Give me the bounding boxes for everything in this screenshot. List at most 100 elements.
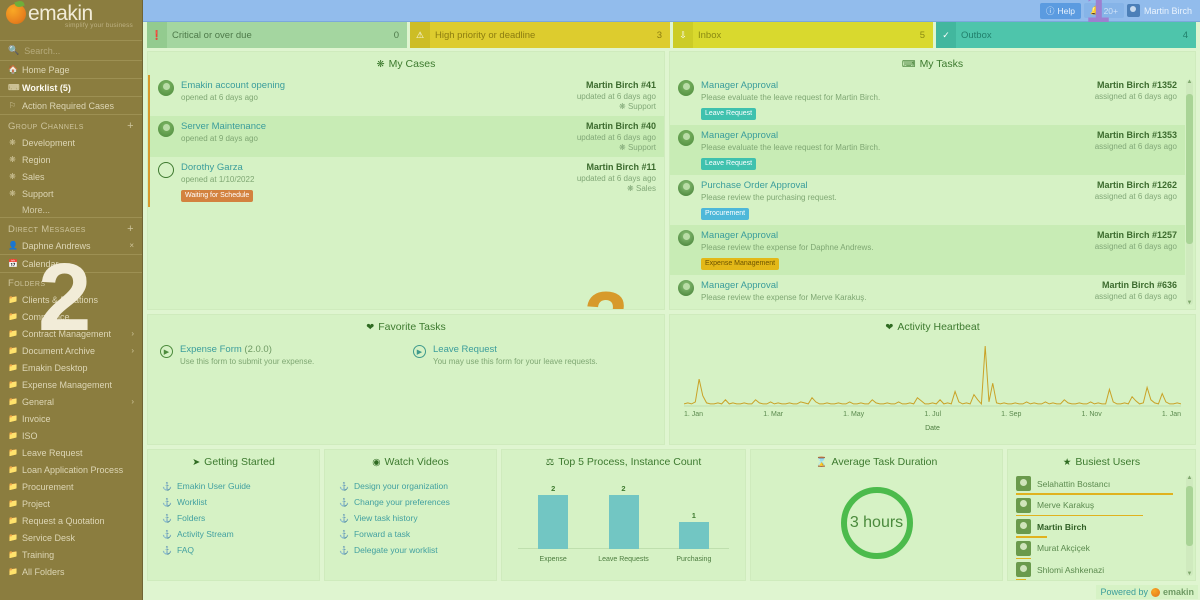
user-menu[interactable]: Martin Birch <box>1126 4 1194 17</box>
busiest-user-item[interactable]: Merve Karakuş <box>1016 497 1187 519</box>
sidebar-item-region[interactable]: ❋ Region <box>0 151 142 168</box>
link-label: Design your organization <box>353 481 448 491</box>
close-icon[interactable]: × <box>129 241 134 250</box>
sidebar-item-support[interactable]: ❋ Support <box>0 185 142 202</box>
folder-icon: 📁 <box>8 499 18 508</box>
case-title[interactable]: Emakin account opening <box>181 80 569 91</box>
bar-column[interactable]: 1 <box>678 511 709 549</box>
average-task-duration-title: ⌛ Average Task Duration <box>751 450 1002 473</box>
group-channels-more[interactable]: More... <box>0 202 142 217</box>
favorite-task-expense-form[interactable]: ▶ Expense Form (2.0.0) Use this form to … <box>160 344 399 366</box>
link-item[interactable]: ⚓ Delegate your worklist <box>339 542 482 558</box>
sidebar-folder-item[interactable]: 📁 Project <box>0 495 142 512</box>
help-button[interactable]: ⓘ Help <box>1039 2 1081 19</box>
sidebar-item-action-required-cases[interactable]: ⚐ Action Required Cases <box>0 96 142 114</box>
case-row[interactable]: Dorothy Garza opened at 1/10/2022 Waiting … <box>148 157 664 207</box>
scrollbar-thumb[interactable] <box>1186 94 1193 244</box>
link-item[interactable]: ⚓ Folders <box>162 510 305 526</box>
sidebar-folder-item[interactable]: 📁 Procurement <box>0 478 142 495</box>
case-row[interactable]: Emakin account opening opened at 6 days a… <box>148 75 664 116</box>
folder-icon: 📁 <box>8 448 18 457</box>
tab-high-priority-or-deadline[interactable]: ⚠ High priority or deadline 3 <box>410 22 670 48</box>
busiest-user-item[interactable]: Shlomi Ashkenazi <box>1016 561 1187 580</box>
tab-inbox[interactable]: ⇩ Inbox 5 <box>673 22 933 48</box>
case-title[interactable]: Server Maintenance <box>181 121 569 132</box>
tab-count: 0 <box>393 29 399 41</box>
link-item[interactable]: ⚓ View task history <box>339 510 482 526</box>
chevron-right-icon[interactable]: › <box>131 346 134 355</box>
sidebar-folder-item[interactable]: 📁 Loan Application Process <box>0 461 142 478</box>
chevron-right-icon[interactable]: › <box>131 397 134 406</box>
bar-column[interactable]: 2 <box>608 484 639 549</box>
busiest-user-progress-bar <box>1016 493 1174 495</box>
link-item[interactable]: ⚓ FAQ <box>162 542 305 558</box>
busiest-user-item[interactable]: Murat Akçiçek <box>1016 540 1187 562</box>
sidebar-folder-item[interactable]: 📁 Request a Quotation <box>0 512 142 529</box>
task-category-badge: Procurement <box>701 208 750 220</box>
avatar <box>1016 497 1031 513</box>
link-item[interactable]: ⚓ Emakin User Guide <box>162 478 305 494</box>
add-group-channel-plus-icon[interactable]: + <box>127 120 134 132</box>
folder-icon: 📁 <box>8 397 18 406</box>
tab-critical-or-over-due[interactable]: ❗ Critical or over due 0 <box>147 22 407 48</box>
busiest-user-item[interactable]: Martin Birch <box>1016 518 1187 540</box>
task-title[interactable]: Purchase Order Approval <box>701 180 1087 191</box>
powered-by-footer[interactable]: Powered by emakin <box>1096 585 1198 599</box>
task-title[interactable]: Manager Approval <box>701 280 1087 291</box>
user-icon: 👤 <box>8 241 18 250</box>
scroll-up-icon[interactable]: ▲ <box>1186 79 1193 85</box>
bar-column[interactable]: 2 <box>538 484 569 549</box>
sidebar-item-worklist[interactable]: ⌨ Worklist (5) <box>0 78 142 96</box>
add-direct-message-plus-icon[interactable]: + <box>127 223 134 235</box>
task-description: Please review the purchasing request. <box>701 193 837 202</box>
case-row[interactable]: Server Maintenance opened at 9 days ago Ma… <box>148 116 664 157</box>
sidebar-folder-item[interactable]: 📁 Leave Request <box>0 444 142 461</box>
favorite-task-leave-request[interactable]: ▶ Leave Request You may use this form fo… <box>413 344 652 366</box>
scroll-up-icon[interactable]: ▲ <box>1186 475 1193 481</box>
task-title[interactable]: Manager Approval <box>701 130 1087 141</box>
task-title[interactable]: Manager Approval <box>701 230 1087 241</box>
scroll-down-icon[interactable]: ▼ <box>1186 571 1193 577</box>
sidebar-folder-item[interactable]: 📁 Emakin Desktop <box>0 359 142 376</box>
task-row[interactable]: Manager Approval Please evaluate the leav… <box>670 125 1185 175</box>
folder-icon: 📁 <box>8 550 18 559</box>
task-row[interactable]: Manager Approval Please review the expens… <box>670 225 1185 275</box>
sidebar-folder-item[interactable]: 📁 Expense Management <box>0 376 142 393</box>
sidebar-folder-item[interactable]: 📁 ISO <box>0 427 142 444</box>
busiest-user-item[interactable]: Selahattin Bostancı <box>1016 475 1187 497</box>
my-tasks-scrollbar[interactable]: ▲ ▼ <box>1186 79 1193 306</box>
link-item[interactable]: ⚓ Activity Stream <box>162 526 305 542</box>
link-item[interactable]: ⚓ Forward a task <box>339 526 482 542</box>
sidebar-item-development[interactable]: ❋ Development <box>0 134 142 151</box>
task-assigned: assigned at 6 days ago <box>1094 292 1177 301</box>
busiest-users-scrollbar[interactable]: ▲ ▼ <box>1186 475 1193 577</box>
scrollbar-thumb[interactable] <box>1186 486 1193 546</box>
sidebar-item-home-page[interactable]: 🏠 Home Page <box>0 60 142 78</box>
search-input[interactable]: 🔍 Search... <box>0 40 142 60</box>
sidebar-folder-item[interactable]: 📁 Training <box>0 546 142 563</box>
task-title[interactable]: Manager Approval <box>701 80 1087 91</box>
panel-title-text: Favorite Tasks <box>378 321 446 333</box>
case-title[interactable]: Dorothy Garza <box>181 162 569 173</box>
sidebar-folder-item[interactable]: 📁 Service Desk <box>0 529 142 546</box>
sidebar-folder-item[interactable]: 📁 Invoice <box>0 410 142 427</box>
scroll-down-icon[interactable]: ▼ <box>1186 300 1193 306</box>
tab-outbox[interactable]: ✓ Outbox 4 <box>936 22 1196 48</box>
case-updated: updated at 6 days ago <box>576 174 656 183</box>
chevron-right-icon[interactable]: › <box>131 329 134 338</box>
sidebar-item-sales[interactable]: ❋ Sales <box>0 168 142 185</box>
tab-count: 4 <box>1182 29 1188 41</box>
link-item[interactable]: ⚓ Worklist <box>162 494 305 510</box>
task-row[interactable]: Manager Approval Please evaluate the leav… <box>670 75 1185 125</box>
sidebar-folder-item[interactable]: 📁 All Folders <box>0 563 142 580</box>
task-row[interactable]: Manager Approval Please review the expens… <box>670 275 1185 303</box>
link-item[interactable]: ⚓ Design your organization <box>339 478 482 494</box>
task-description: Please review the expense for Merve Kara… <box>701 293 867 302</box>
link-item[interactable]: ⚓ Change your preferences <box>339 494 482 510</box>
task-row[interactable]: Purchase Order Approval Please review the… <box>670 175 1185 225</box>
heartbeat-x-ticks: 1. Jan 1. Mar 1. May 1. Jul 1. Sep 1. Nov 1. J… <box>684 411 1181 418</box>
busiest-user-progress-bar <box>1016 557 1032 559</box>
brand-logo[interactable]: emakin simplify your business <box>0 0 142 40</box>
sidebar-folder-item[interactable]: 📁 General › <box>0 393 142 410</box>
bar-value: 2 <box>621 484 626 493</box>
